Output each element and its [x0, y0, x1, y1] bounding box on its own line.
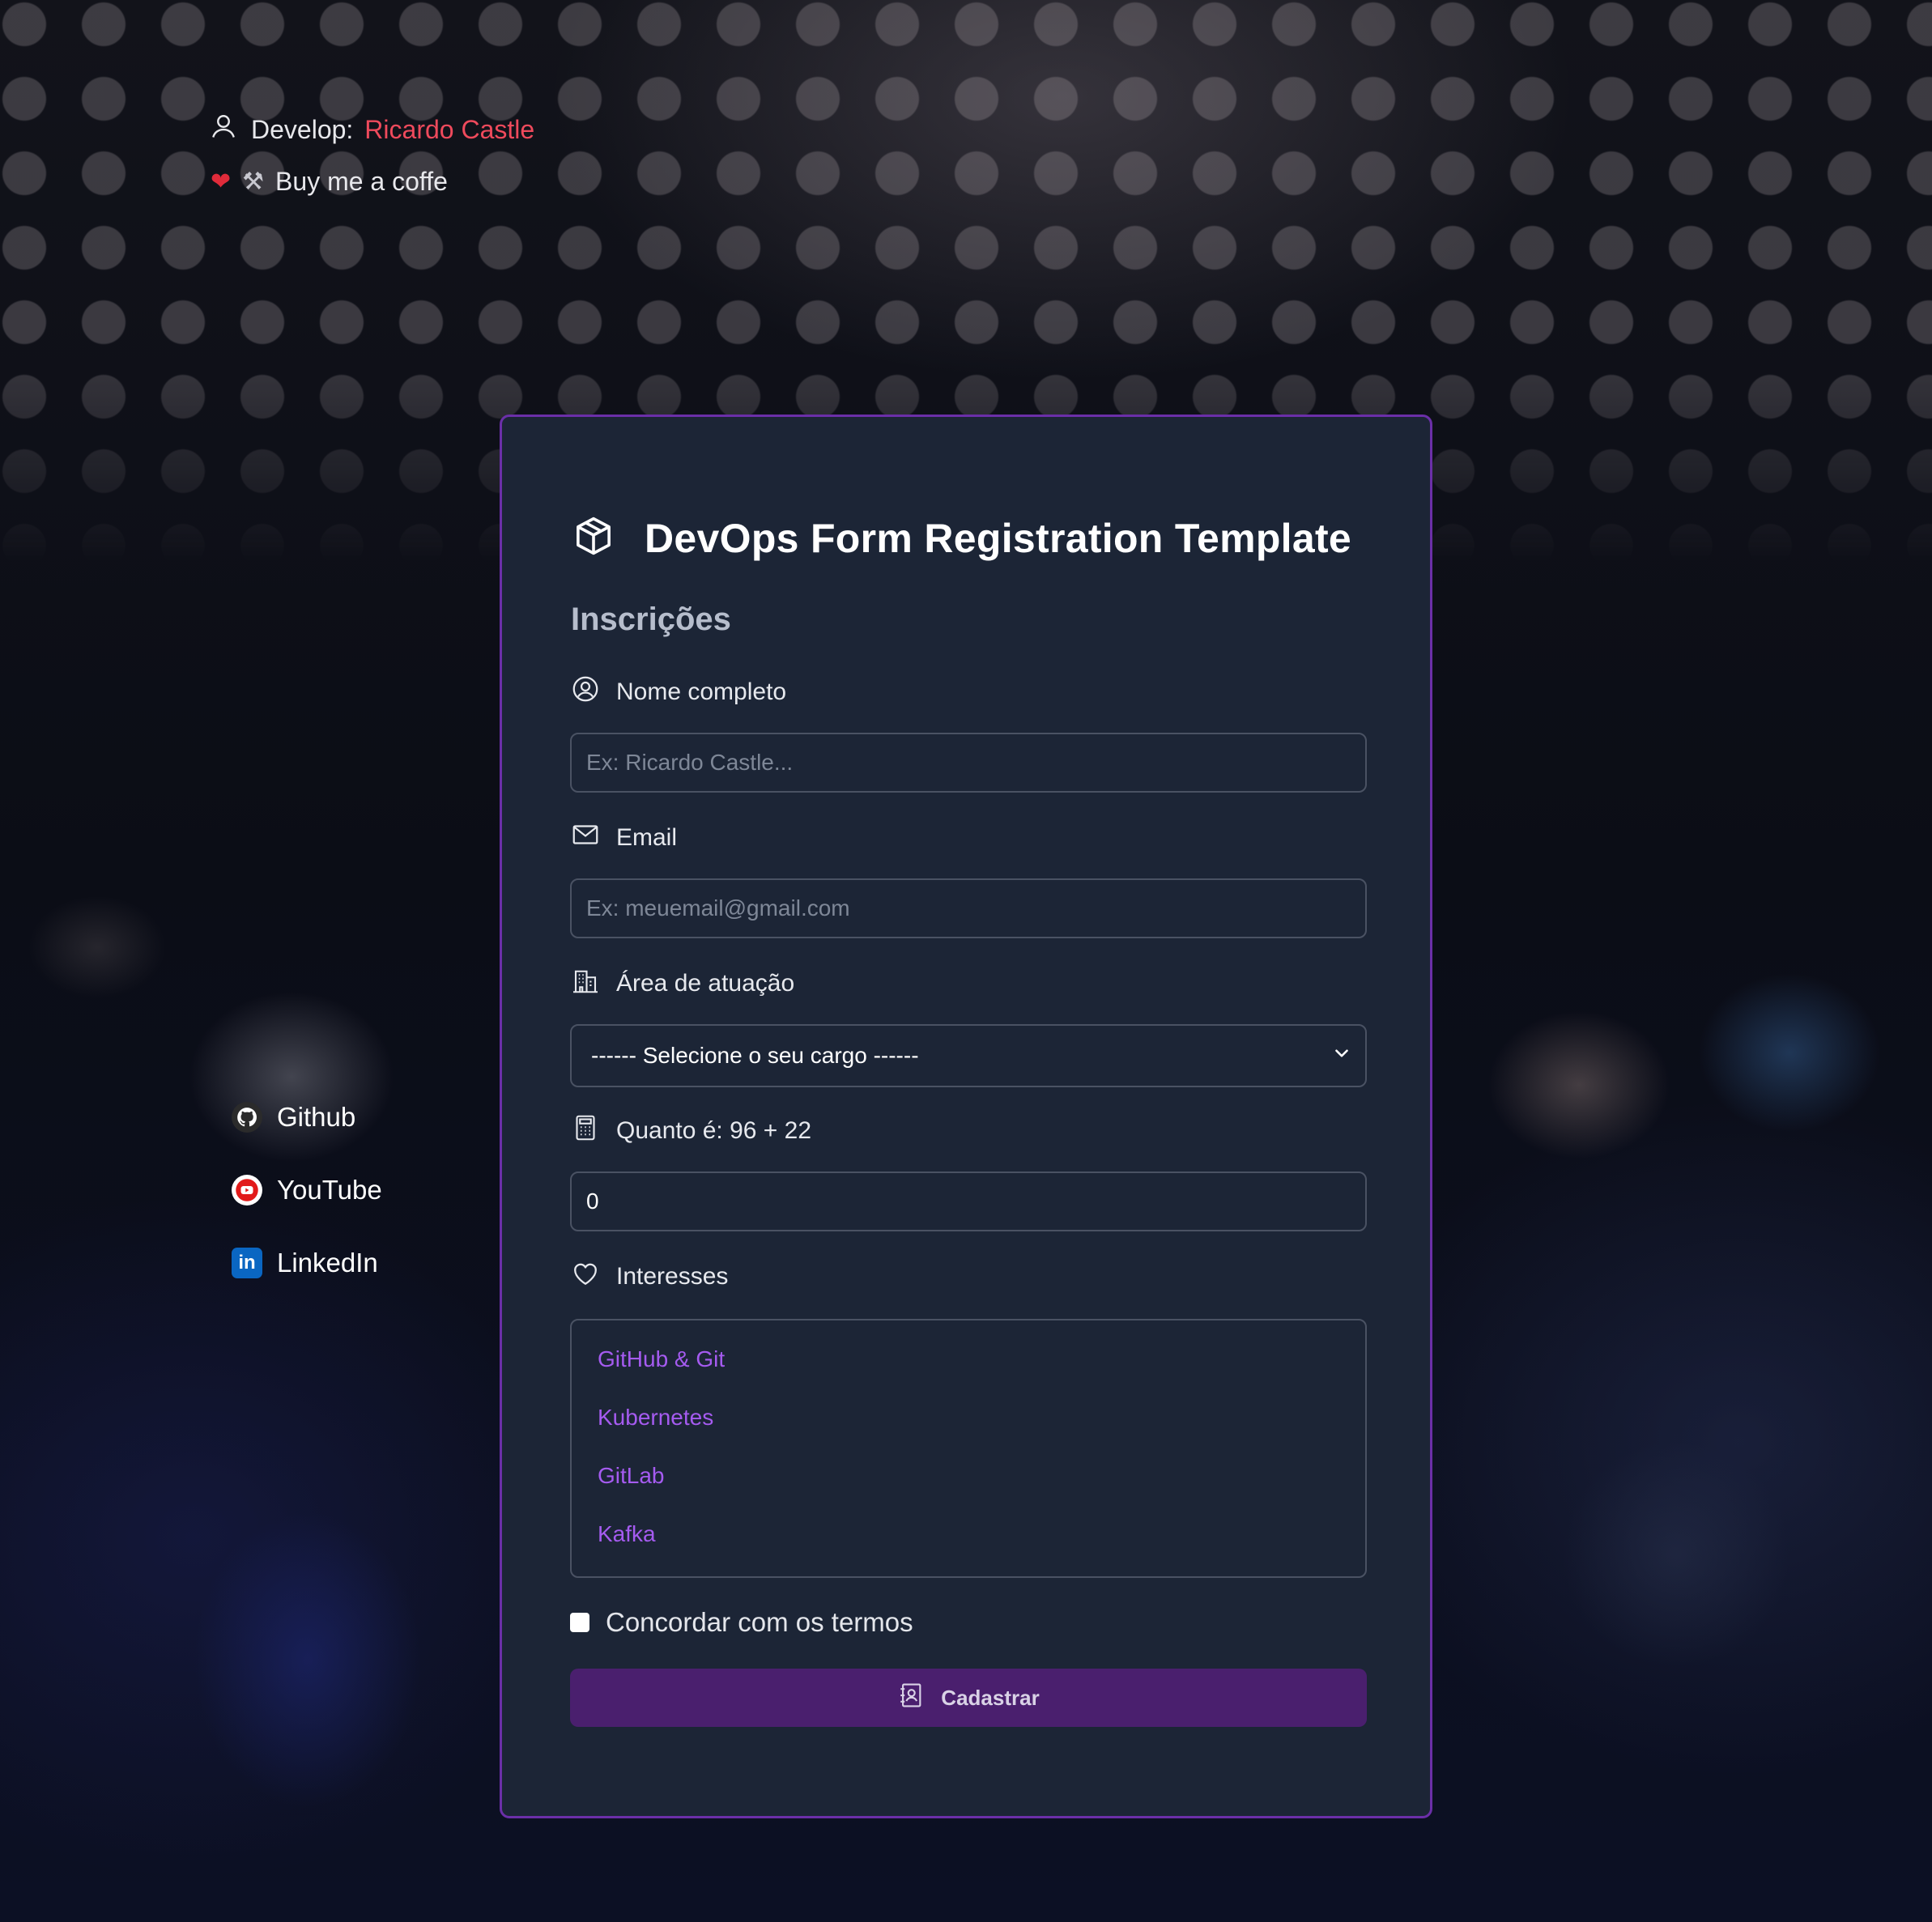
linkedin-link[interactable]: in LinkedIn: [232, 1245, 382, 1281]
name-input[interactable]: [586, 750, 1365, 776]
captcha-label-text: Quanto é: 96 + 22: [616, 1117, 812, 1144]
interests-label-text: Interesses: [616, 1263, 729, 1290]
captcha-input-wrapper: [570, 1171, 1367, 1231]
linkedin-label: LinkedIn: [277, 1248, 378, 1278]
email-label-text: Email: [616, 824, 678, 851]
buy-coffee-label: Buy me a coffe: [275, 166, 448, 196]
captcha-input[interactable]: [586, 1188, 1365, 1214]
building-icon: [571, 966, 616, 1001]
terms-checkbox[interactable]: [570, 1613, 589, 1632]
submit-label: Cadastrar: [941, 1685, 1040, 1710]
calculator-icon: [571, 1113, 616, 1149]
user-circle-icon: [571, 674, 616, 710]
heart-outline-icon: [571, 1259, 616, 1295]
youtube-label: YouTube: [277, 1175, 382, 1205]
captcha-field-label: Quanto é: 96 + 22: [571, 1113, 811, 1149]
registration-form-card: DevOps Form Registration Template Inscri…: [500, 415, 1432, 1818]
form-header: DevOps Form Registration Template: [572, 514, 1351, 562]
contact-book-icon: [897, 1682, 941, 1715]
name-field-label: Nome completo: [571, 674, 786, 710]
github-icon: [232, 1102, 262, 1133]
youtube-icon: [232, 1175, 262, 1206]
email-field-label: Email: [571, 820, 677, 856]
interest-option-github-git[interactable]: GitHub & Git: [598, 1330, 1339, 1388]
name-input-wrapper: [570, 733, 1367, 793]
youtube-link[interactable]: YouTube: [232, 1172, 382, 1208]
submit-button[interactable]: Cadastrar: [570, 1669, 1367, 1727]
chevron-down-icon: [1331, 1043, 1352, 1069]
developer-label: Develop:: [251, 114, 354, 144]
interests-listbox[interactable]: GitHub & Git Kubernetes GitLab Kafka: [570, 1319, 1367, 1578]
area-field-label: Área de atuação: [571, 966, 794, 1001]
tools-icon: ⚒: [242, 168, 265, 195]
form-subtitle: Inscrições: [571, 602, 731, 637]
interest-option-kafka[interactable]: Kafka: [598, 1505, 1339, 1563]
user-icon: [209, 112, 251, 147]
buy-coffee-link[interactable]: ❤ ⚒ Buy me a coffe: [209, 164, 534, 199]
interest-option-gitlab[interactable]: GitLab: [598, 1447, 1339, 1505]
area-label-text: Área de atuação: [616, 970, 795, 997]
area-select[interactable]: ------ Selecione o seu cargo ------: [570, 1024, 1367, 1087]
area-select-value: ------ Selecione o seu cargo ------: [591, 1043, 919, 1068]
developer-name-link[interactable]: Ricardo Castle: [364, 115, 534, 145]
email-input-wrapper: [570, 878, 1367, 938]
package-icon: [572, 514, 645, 562]
envelope-icon: [571, 820, 616, 856]
heart-icon: ❤: [211, 168, 232, 195]
interests-field-label: Interesses: [571, 1259, 728, 1295]
developer-info: Develop: Ricardo Castle ❤ ⚒ Buy me a cof…: [209, 112, 534, 199]
social-links: Github YouTube in LinkedIn: [232, 1099, 382, 1281]
background-audience-left: [0, 850, 502, 1922]
name-label-text: Nome completo: [616, 678, 787, 705]
terms-label: Concordar com os termos: [606, 1607, 913, 1637]
email-input[interactable]: [586, 895, 1365, 921]
form-title: DevOps Form Registration Template: [645, 515, 1352, 561]
linkedin-icon: in: [232, 1248, 262, 1278]
github-label: Github: [277, 1102, 356, 1132]
background-audience-right: [1433, 907, 1932, 1922]
developer-credit: Develop: Ricardo Castle: [209, 112, 534, 147]
terms-row: Concordar com os termos: [570, 1607, 913, 1638]
interest-option-kubernetes[interactable]: Kubernetes: [598, 1388, 1339, 1447]
github-link[interactable]: Github: [232, 1099, 382, 1135]
